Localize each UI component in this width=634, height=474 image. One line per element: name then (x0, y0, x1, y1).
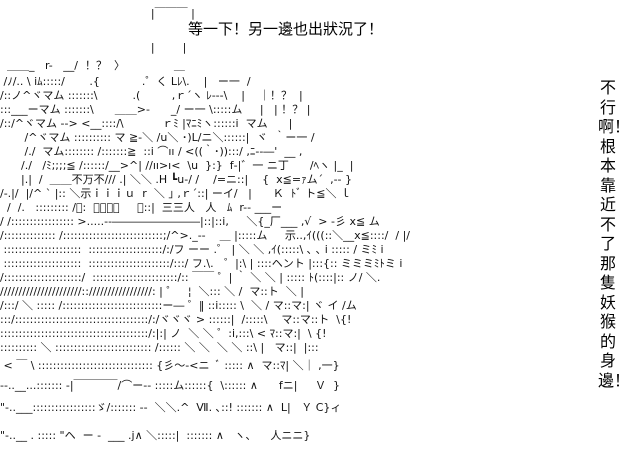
art-line: /:::/ ＼ ::::: /:::::::::::::::::::::::::… (0, 299, 357, 312)
art-line: < ￣ \ ::::::::::::::::::::::::::::::: {彡… (0, 359, 340, 372)
art-line: ＿＿_ r- __/ ！？ 〉 ＿ (0, 59, 185, 72)
art-line: :::::::::: ＼ :::::::::::::::::::::::::: … (0, 341, 319, 354)
art-line: ‐-..__...::::::: ‐|￣￣￣￣/⌒ー-- :::::ム:::::… (0, 379, 340, 392)
art-line: /./ /ﾐ;;;;≦ /::::::/__>^| //ıı>ı< \u }:}… (14, 159, 354, 172)
art-line: / /::::::::::::::::: >.....-‐――――――――|::… (0, 215, 380, 228)
art-line: /ﾉ/.. \ iﾑ:::::/ .{ .゜く Lﾚ\. | ー一 / (0, 75, 251, 88)
art-line: ::::::::::::::::::::: ::::::::::::::::::… (0, 257, 403, 270)
art-line: "‐..__ . ::::: "ヘ ー ‐ ___ .j∧ ＼:::::| ::… (0, 429, 311, 442)
art-line: /-.|/ |/^ ` |:: ＼示ｉｉｉｕ r ＼ ｣ ,ｒ´::| ーイ/ … (0, 187, 352, 200)
art-line: :::___ーマム :::::::\ ＿＿>- _/ ー一 \:::::ム | … (0, 103, 311, 116)
art-line: "‐..___:::::::::::::::::ゞ/::::::: ‐‐ ＼＼.… (0, 401, 342, 414)
art-line: | | (74, 41, 187, 54)
art-line: / /. ::::::::: /ﾞ: ＼｜｜｜ ＼::| 三三人 人 ﾑ r--… (0, 201, 283, 214)
art-line: |.| / ＿＿不万不/// .| ＼＼ .H ┗u-/ / /=ニ::| { … (14, 173, 353, 186)
art-line: /::ノ^ヾマム :::::::\ .( ,ｒ´ヽ ﾚ---\ | ｜！？ | (0, 89, 303, 102)
art-line: /:::::::::::::::::::::/ ::::::::::::::::… (0, 271, 381, 284)
art-line: //////////////////////::////////////////… (0, 285, 304, 298)
art-line: ::::::::::::::::::::: ::::::::::::::::::… (0, 243, 384, 256)
art-line: /./ マム:::::::: /:::::::≧ ::i ⌒ıı / <((｀･… (14, 145, 303, 158)
art-line: |￣￣￣ | (74, 7, 195, 20)
ascii-art-scene: |￣￣￣ | | | ＿＿_ r- __/ ！？ 〉 ＿ /ﾉ/.. \ iﾑ:… (0, 0, 634, 474)
art-line: /^ヾマム :::::::::: マ ≧-＼ /u＼ ･)L/ニ＼::::::|… (14, 131, 315, 144)
dialogue-top: 等一下！另一邊也出狀況了！ (188, 20, 384, 38)
art-line: ::::::::::::::::::::::::::::::::::::::::… (0, 327, 327, 340)
art-line: /:::::::::::::: /:::::::::::::::::::::::… (0, 229, 410, 242)
dialogue-side: 不行啊！根本靠近不了那隻妖猴的身邊！ (598, 78, 631, 390)
art-line: :::/::::::::::::::::::::::::::::::::::::… (0, 313, 352, 326)
art-line: /::/^ヾマム -‐> <__::::/\ ｒﾐ |ﾏﾆﾐヽ::::::i マ… (0, 117, 293, 130)
